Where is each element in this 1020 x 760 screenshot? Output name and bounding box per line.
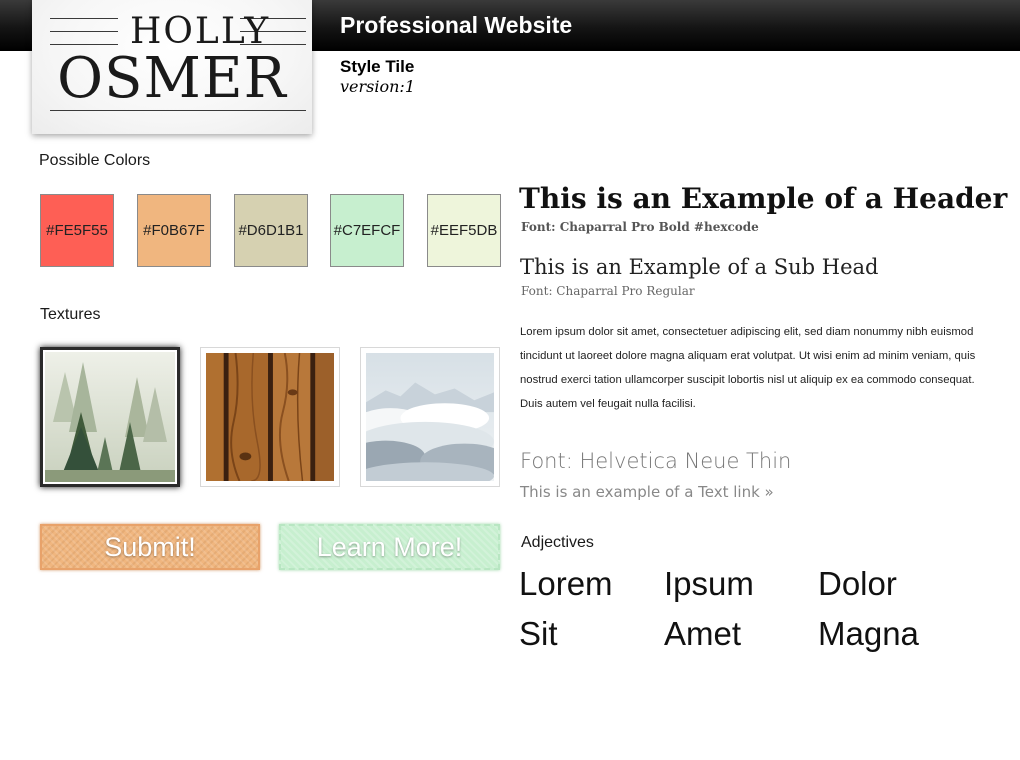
text-link-example[interactable]: This is an example of a Text link » (520, 483, 774, 501)
style-tile-label: Style Tile (340, 57, 415, 76)
body-text-sample: Lorem ipsum dolor sit amet, consectetuer… (520, 326, 976, 410)
site-title: Professional Website (340, 12, 573, 38)
clouds-image (366, 353, 494, 481)
texture-clouds (360, 347, 500, 487)
colors-heading: Possible Colors (39, 152, 151, 169)
logo: HOLLY OSMER (32, 0, 312, 134)
adjective-word: Sit (519, 615, 558, 652)
color-swatch: #FE5F55 (40, 194, 114, 267)
submit-button[interactable]: Submit! (40, 524, 260, 570)
header-example: This is an Example of a Header (519, 182, 1008, 215)
logo-underline (50, 110, 306, 111)
color-swatch: #D6D1B1 (234, 194, 308, 267)
adjective-word: Lorem (519, 565, 613, 602)
color-swatch: #C7EFCF (330, 194, 404, 267)
learn-more-button[interactable]: Learn More! (279, 524, 500, 570)
wood-image (206, 353, 334, 481)
adjective-word: Ipsum (664, 565, 754, 602)
color-swatch: #F0B67F (137, 194, 211, 267)
version-label: version:1 (340, 77, 415, 96)
adjective-word: Magna (818, 615, 919, 652)
adjectives-heading: Adjectives (521, 534, 594, 551)
texture-wood-planks (200, 347, 340, 487)
logo-rule (50, 31, 118, 32)
color-swatch: #EEF5DB (427, 194, 501, 267)
textures-heading: Textures (40, 306, 101, 323)
subhead-font-note: Font: Chaparral Pro Regular (521, 284, 695, 298)
header-font-note: Font: Chaparral Pro Bold #hexcode (521, 220, 759, 234)
logo-rule (50, 18, 118, 19)
forest-image (45, 352, 175, 482)
adjective-word: Amet (664, 615, 742, 652)
adjective-word: Dolor (818, 565, 897, 602)
logo-rule (50, 44, 118, 45)
thin-font-label: Font: Helvetica Neue Thin (520, 449, 792, 473)
subhead-example: This is an Example of a Sub Head (520, 255, 879, 279)
logo-last-name: OSMER (57, 46, 287, 111)
texture-foggy-forest (40, 347, 180, 487)
